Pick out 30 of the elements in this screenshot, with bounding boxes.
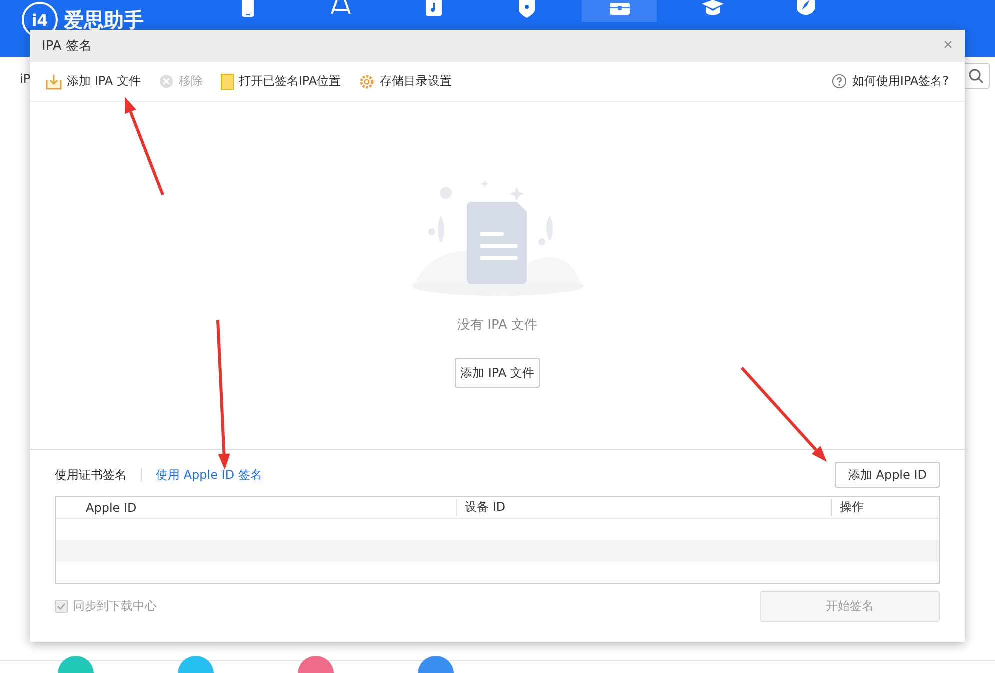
sign-mode-tab[interactable]: 使用 Apple ID 签名 xyxy=(156,466,262,484)
app-tile-icon[interactable] xyxy=(58,656,94,673)
remove-icon xyxy=(158,74,174,89)
page-label: iP xyxy=(20,72,31,86)
add-apple-id-button[interactable]: 添加 Apple ID xyxy=(835,462,940,488)
search-icon xyxy=(968,68,984,84)
check-icon xyxy=(57,602,66,611)
nav-tab[interactable] xyxy=(582,0,657,22)
toolbar-button[interactable]: 添加 IPA 文件 xyxy=(46,73,141,90)
empty-message: 没有 IPA 文件 xyxy=(458,317,538,334)
download-tray-icon xyxy=(46,74,62,90)
toolbar-button[interactable]: 打开已签名IPA位置 xyxy=(220,73,342,90)
help-icon xyxy=(832,74,848,89)
toolbar-button[interactable]: 存储目录设置 xyxy=(359,73,452,90)
app-store-icon xyxy=(330,0,350,16)
app-tile-icon[interactable] xyxy=(298,656,334,673)
column-header: 设备 ID xyxy=(456,499,831,516)
folder-icon xyxy=(220,74,234,90)
add-ipa-button[interactable]: 添加 IPA 文件 xyxy=(454,358,540,388)
toolbox-icon xyxy=(610,0,630,16)
column-header: Apple ID xyxy=(85,500,138,514)
column-header: 操作 xyxy=(831,499,939,516)
gear-icon xyxy=(359,74,376,90)
app-tile-icon[interactable] xyxy=(418,656,454,673)
sign-mode-tab[interactable]: 使用证书签名 xyxy=(55,466,127,484)
dialog-title: IPA 签名 xyxy=(42,38,92,55)
graduation-cap-icon xyxy=(702,0,724,16)
app-tile-icon[interactable] xyxy=(178,656,214,673)
app-name: 爱思助手 xyxy=(64,8,144,32)
help-link[interactable]: 如何使用IPA签名? xyxy=(832,73,949,90)
